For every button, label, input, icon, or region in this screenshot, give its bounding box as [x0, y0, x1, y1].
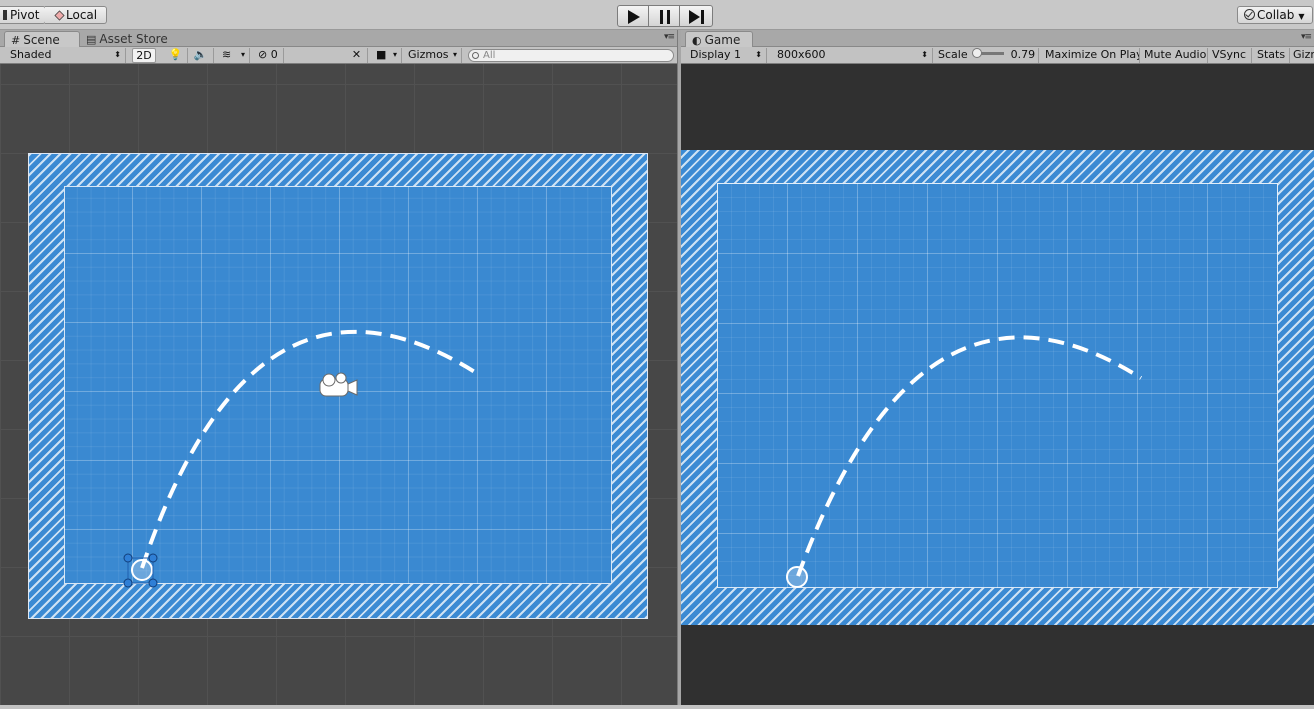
search-icon: [472, 52, 479, 59]
game-trajectory-overlay: [786, 335, 1143, 588]
hidden-objects-toggle[interactable]: ⊘ 0: [254, 48, 284, 63]
tools-icon: ✕: [351, 48, 362, 61]
playback-controls: [617, 5, 713, 27]
scene-view-toolbar: Shaded ⬍ 2D 💡 🔈 ≋ ▾ ⊘ 0 ✕ ■ ▾ Gizmos ▾ All: [0, 47, 677, 64]
local-label: Local: [66, 8, 98, 22]
play-button[interactable]: [617, 5, 649, 27]
chevron-down-icon: ▼: [1298, 12, 1305, 21]
tab-menu-icon[interactable]: ▾≡: [664, 32, 675, 42]
collab-check-icon: [1244, 9, 1255, 20]
bottom-edge: [0, 705, 1314, 709]
lighting-toggle[interactable]: 💡: [164, 48, 188, 63]
game-gizmos-toggle[interactable]: Gizm: [1290, 48, 1314, 63]
tab-scene[interactable]: # Scene: [4, 31, 80, 47]
audio-toggle[interactable]: 🔈: [188, 48, 214, 63]
main-toolbar: Pivot Local Collab ▼: [0, 0, 1314, 30]
step-icon: [689, 10, 700, 24]
local-cube-icon: [54, 10, 65, 21]
pause-button[interactable]: [648, 5, 680, 27]
dropdown-arrow-icon: ⬍: [114, 50, 121, 59]
scale-slider-thumb[interactable]: [972, 48, 983, 58]
draw-mode-dropdown[interactable]: Shaded ⬍: [0, 48, 126, 63]
trajectory-path: [140, 329, 480, 569]
game-ball: [786, 566, 808, 588]
ball-selection-gizmo: [123, 553, 158, 588]
resolution-dropdown[interactable]: 800x600 ⬍: [769, 48, 933, 63]
scale-slider-track[interactable]: [972, 48, 1005, 58]
shopping-bag-icon: ▤: [86, 33, 97, 46]
scene-trajectory-overlay: [123, 329, 480, 588]
tab-menu-icon[interactable]: ▾≡: [1301, 32, 1312, 42]
lightbulb-icon: 💡: [168, 48, 183, 61]
game-viewport[interactable]: [681, 64, 1314, 705]
vsync-toggle[interactable]: VSync: [1208, 48, 1252, 63]
scene-viewport[interactable]: [0, 64, 677, 705]
scene-tab-row: # Scene ▤ Asset Store ▾≡: [0, 30, 677, 47]
play-icon: [628, 10, 640, 24]
camera-dropdown[interactable]: ■ ▾: [370, 48, 402, 63]
tab-game[interactable]: ◐ Game: [685, 31, 753, 47]
mute-audio-toggle[interactable]: Mute Audio: [1140, 48, 1208, 63]
display-dropdown[interactable]: Display 1 ⬍: [681, 48, 767, 63]
tools-toggle[interactable]: ✕: [346, 48, 368, 63]
local-global-toggle[interactable]: Local: [45, 6, 107, 24]
stats-toggle[interactable]: Stats: [1252, 48, 1290, 63]
scale-slider[interactable]: Scale 0.79: [933, 48, 1039, 63]
collab-dropdown[interactable]: Collab ▼: [1237, 6, 1313, 24]
layers-icon: ≋: [222, 48, 232, 61]
game-view-toolbar: Display 1 ⬍ 800x600 ⬍ Scale 0.79 Maximize …: [681, 47, 1314, 64]
game-tab-row: ◐ Game ▾≡: [681, 30, 1314, 47]
gizmos-dropdown[interactable]: Gizmos ▾: [404, 48, 462, 63]
tab-asset-store[interactable]: ▤ Asset Store: [80, 31, 176, 47]
eye-slash-icon: ⊘: [258, 48, 268, 61]
pivot-icon: [3, 10, 7, 20]
pause-icon: [660, 10, 670, 24]
camera-gizmo-icon: [319, 372, 358, 397]
pivot-toggle[interactable]: Pivot: [0, 6, 46, 24]
scene-search-input[interactable]: All: [468, 49, 674, 62]
speaker-icon: 🔈: [193, 48, 208, 61]
2d-mode-toggle[interactable]: 2D: [132, 48, 156, 63]
game-trajectory-path: [796, 335, 1143, 577]
effects-dropdown[interactable]: ≋ ▾: [214, 48, 250, 63]
camera-icon: ■: [376, 48, 387, 61]
maximize-on-play-toggle[interactable]: Maximize On Play: [1041, 48, 1140, 63]
pivot-label: Pivot: [10, 8, 40, 22]
collab-label: Collab: [1257, 8, 1295, 22]
step-button[interactable]: [679, 5, 713, 27]
